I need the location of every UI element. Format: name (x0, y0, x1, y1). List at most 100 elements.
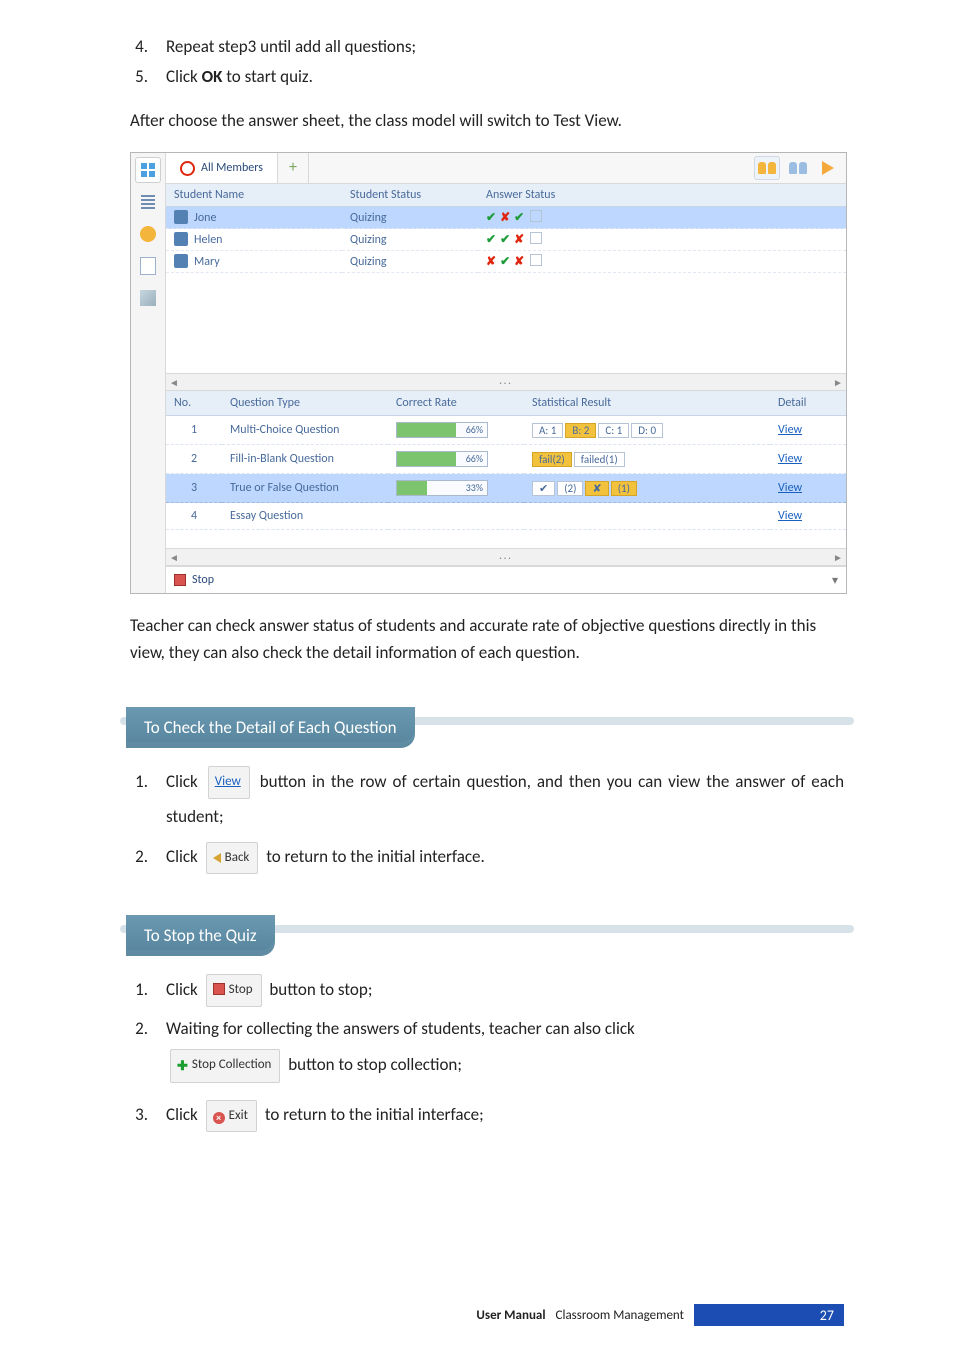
txt: Click (166, 846, 202, 867)
back-label: Back (225, 850, 250, 865)
step-num: 2. (130, 1011, 148, 1083)
section-heading: To Stop the Quiz (126, 915, 275, 956)
h-scrollbar[interactable]: ◄ ··· ► (166, 373, 846, 391)
col-result[interactable]: Statistical Result (524, 391, 770, 416)
toolbar-next-icon[interactable] (816, 157, 840, 179)
view-link[interactable]: View (778, 423, 802, 437)
section-heading: To Check the Detail of Each Question (126, 707, 415, 748)
col-student-name[interactable]: Student Name (166, 184, 342, 207)
table-row[interactable]: 1Multi-Choice Question66%A: 1B: 2C: 1D: … (166, 416, 846, 445)
step-num: 5. (130, 64, 148, 90)
intro-steps: 4. Repeat step3 until add all questions;… (130, 34, 844, 89)
exit-button[interactable]: × Exit (206, 1100, 257, 1132)
footer-page-number: 27 (694, 1304, 844, 1326)
student-table: Student Name Student Status Answer Statu… (166, 184, 846, 273)
toolbar-users-star-icon[interactable] (754, 156, 780, 180)
txt: Click (166, 1104, 202, 1125)
page-footer: User Manual Classroom Management 27 (130, 1304, 844, 1326)
sidebar-user-icon[interactable] (135, 221, 161, 247)
section-heading-wrap: To Check the Detail of Each Question (90, 689, 844, 754)
scroll-left-icon[interactable]: ◄ (166, 376, 182, 389)
back-button[interactable]: Back (206, 842, 259, 874)
view-link[interactable]: View (778, 481, 802, 495)
step-num: 3. (130, 1097, 148, 1133)
student-icon (174, 254, 188, 268)
tab-all-members[interactable]: All Members (166, 153, 278, 183)
step-text: Click ×Exit to return to the initial int… (166, 1097, 844, 1133)
table-row[interactable]: HelenQuizing✔✔✘ (166, 229, 846, 251)
test-view-window: All Members + Student Name Student Statu… (130, 152, 847, 594)
txt: to return to the initial interface. (266, 846, 485, 867)
txt: button to stop; (269, 979, 372, 1000)
stop-label: Stop (229, 982, 253, 997)
txt: button to stop collection; (288, 1054, 462, 1075)
exit-icon: × (213, 1112, 225, 1124)
view-button[interactable]: View (208, 766, 250, 798)
add-tab-button[interactable]: + (278, 153, 309, 183)
circle-icon (180, 161, 195, 176)
col-qtype[interactable]: Question Type (222, 391, 388, 416)
scroll-left-icon[interactable]: ◄ (166, 551, 182, 564)
step-text: Click Stop button to stop; (166, 972, 844, 1008)
step-text: Click OK to start quiz. (166, 64, 844, 90)
back-icon (213, 853, 221, 863)
sidebar-list-icon[interactable] (135, 189, 161, 215)
view-link[interactable]: View (778, 509, 802, 523)
txt: Waiting for collecting the answers of st… (166, 1018, 635, 1039)
sidebar-tile-icon[interactable] (135, 285, 161, 311)
col-no[interactable]: No. (166, 391, 222, 416)
scroll-track[interactable]: ··· (182, 551, 830, 564)
stop-icon (213, 983, 225, 995)
table-row[interactable]: JoneQuizing✔✘✔ (166, 207, 846, 229)
student-icon (174, 210, 188, 224)
statusbar-label[interactable]: Stop (192, 573, 214, 587)
step-text: Click Back to return to the initial inte… (166, 839, 844, 875)
table-row[interactable]: MaryQuizing✘✔✘ (166, 251, 846, 273)
exit-label: Exit (229, 1108, 248, 1123)
plus-icon: ✚ (177, 1053, 188, 1080)
sidebar-doc-icon[interactable] (135, 253, 161, 279)
sidebar-grid-icon[interactable] (135, 157, 161, 183)
section-heading-wrap: To Stop the Quiz (90, 897, 844, 962)
tab-bar: All Members + (166, 153, 846, 184)
footer-label: User Manual (476, 1308, 545, 1323)
h-scrollbar[interactable]: ◄ ··· ► (166, 548, 846, 566)
stop-button[interactable]: Stop (206, 974, 262, 1006)
step-num: 1. (130, 972, 148, 1008)
stop-icon (174, 574, 186, 586)
step-num: 2. (130, 839, 148, 875)
scroll-track[interactable]: ··· (182, 376, 830, 389)
view-label: View (215, 774, 241, 789)
question-table: No. Question Type Correct Rate Statistic… (166, 391, 846, 530)
toolbar-users-icon[interactable] (786, 157, 810, 179)
txt: Click (166, 66, 202, 87)
status-bar: Stop ▾ (166, 566, 846, 593)
step-text: Waiting for collecting the answers of st… (166, 1011, 844, 1083)
student-icon (174, 232, 188, 246)
table-row[interactable]: 3True or False Question33%✔(2)✘(1)View (166, 474, 846, 503)
view-link[interactable]: View (778, 452, 802, 466)
step-num: 4. (130, 34, 148, 60)
scroll-right-icon[interactable]: ► (830, 551, 846, 564)
table-row[interactable]: 2Fill-in-Blank Question66%fail(2)failed(… (166, 445, 846, 474)
paragraph: Teacher can check answer status of stude… (130, 612, 844, 666)
tab-label: All Members (201, 161, 263, 175)
sidebar (131, 153, 166, 593)
step-text: Click View button in the row of certain … (166, 764, 844, 835)
col-detail[interactable]: Detail (770, 391, 846, 416)
footer-product: Classroom Management (556, 1308, 684, 1323)
paragraph: After choose the answer sheet, the class… (130, 107, 844, 134)
scroll-right-icon[interactable]: ► (830, 376, 846, 389)
txt: button in the row of certain question, a… (166, 771, 844, 828)
stop-collection-label: Stop Collection (192, 1057, 271, 1072)
col-student-status[interactable]: Student Status (342, 184, 478, 207)
table-row[interactable]: 4Essay QuestionView (166, 503, 846, 530)
bold-label: OK (202, 66, 223, 87)
stop-collection-button[interactable]: ✚ Stop Collection (170, 1049, 280, 1083)
txt: to start quiz. (222, 66, 313, 87)
txt: Click (166, 771, 204, 792)
col-rate[interactable]: Correct Rate (388, 391, 524, 416)
step-text: Repeat step3 until add all questions; (166, 34, 844, 60)
col-answer-status[interactable]: Answer Status (478, 184, 846, 207)
dropdown-icon[interactable]: ▾ (832, 573, 838, 588)
